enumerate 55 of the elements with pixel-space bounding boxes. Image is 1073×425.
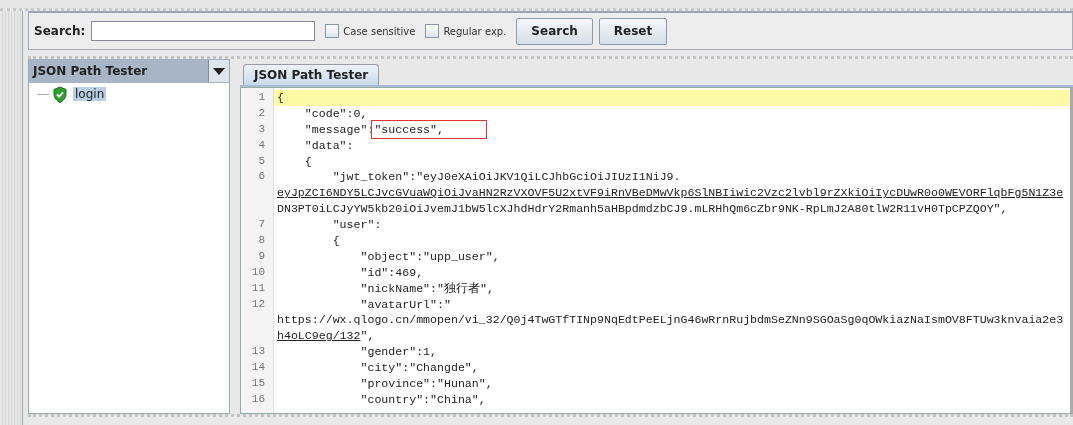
line-number: 1 bbox=[257, 90, 266, 105]
tab[interactable]: JSON Path Tester bbox=[243, 64, 380, 85]
code-text: "province":"Hunan", bbox=[359, 377, 493, 391]
line-number: 8 bbox=[257, 233, 266, 248]
code-text: eyJpZCI6NDY5LCJvcGVuaWQiOiJvaHN2RzVXOVF5U2xtVF9iRnVBeDMwVkp6SlNBIiwic2Vzc2lvbl9rZXkiOiIycDUwR0o0WEVORFlqbFg5N1Z3e bbox=[277, 186, 1064, 200]
search-field[interactable] bbox=[91, 21, 316, 41]
code-text: "country":"China", bbox=[359, 392, 486, 406]
code-text: { bbox=[331, 234, 340, 247]
checkbox[interactable] bbox=[425, 24, 440, 38]
code-text: "jwt_token":"eyJ0eXAiOiJKV1QiLCJhbGciOiJIUzI1NiJ9. bbox=[331, 170, 681, 184]
line-number: 6 bbox=[257, 169, 266, 185]
code-text: DN3PT0iLCJyYW5kb20iOiJvemJ1bW5lcXJhdHdrY2Rmanh5aHBpdmdzbCJ9.mLRHhQm6cZbr9NK-RpLmJ2A80tlW2R11vH0TpCPZQOY", bbox=[277, 202, 1008, 216]
code-text: { bbox=[277, 91, 284, 104]
panel-title: JSON Path Tester bbox=[31, 64, 149, 78]
code-text: "user": bbox=[331, 218, 382, 232]
code-text: h4oLC9eg/132 bbox=[277, 329, 361, 343]
line-number: 4 bbox=[257, 137, 266, 153]
code-text: "code":0, bbox=[303, 106, 368, 120]
tree-line bbox=[37, 93, 49, 95]
checkbox-label: Case sensitive bbox=[343, 25, 416, 37]
line-number: 10 bbox=[250, 264, 266, 280]
code-text: "id":469, bbox=[359, 265, 424, 279]
code-text: { bbox=[303, 154, 312, 168]
tree-item[interactable]: login bbox=[73, 87, 107, 101]
highlighted-code: "success", bbox=[374, 122, 484, 136]
checkbox[interactable] bbox=[325, 24, 340, 38]
line-number: 16 bbox=[250, 391, 266, 407]
splitter-handle[interactable] bbox=[0, 11, 23, 425]
dropdown-button[interactable] bbox=[208, 60, 229, 82]
line-number: 7 bbox=[257, 217, 266, 233]
line-number: 5 bbox=[257, 153, 266, 169]
code-text: "object":"upp_user", bbox=[359, 249, 500, 263]
code-text: "city":"Changde", bbox=[359, 361, 479, 375]
code-editor[interactable] bbox=[240, 87, 1073, 414]
line-number: 15 bbox=[250, 376, 266, 392]
button[interactable]: Reset bbox=[598, 17, 668, 45]
code-text: "avatarUrl":" bbox=[359, 297, 451, 311]
line-number: 3 bbox=[257, 121, 266, 137]
line-number: 12 bbox=[250, 296, 266, 312]
shield-check-icon bbox=[52, 85, 68, 103]
line-number: 2 bbox=[257, 105, 266, 121]
code-text: "message": bbox=[303, 122, 375, 136]
code-text: "nickName":"独行者", bbox=[359, 281, 494, 295]
button[interactable]: Search bbox=[516, 17, 593, 45]
line-number: 11 bbox=[250, 280, 266, 296]
code-text: "gender":1, bbox=[359, 345, 438, 359]
checkbox-label: Regular exp. bbox=[443, 25, 507, 37]
search-label: Search: bbox=[34, 24, 86, 38]
code-text: "data": bbox=[303, 138, 354, 152]
caret-icon bbox=[213, 67, 225, 75]
line-number: 9 bbox=[257, 248, 266, 264]
code-text: https://wx.qlogo.cn/mmopen/vi_32/Q0j4TwGTfTINp9NqEdtPeELjnG46wRrnRujbdmSeZNn9SGOaSg0qOWkiazNaIsmOV8FTUw3knvaia2e3 bbox=[277, 313, 1064, 327]
line-number: 14 bbox=[250, 360, 266, 376]
line-number: 13 bbox=[250, 344, 266, 360]
code-text: ", bbox=[360, 329, 375, 343]
